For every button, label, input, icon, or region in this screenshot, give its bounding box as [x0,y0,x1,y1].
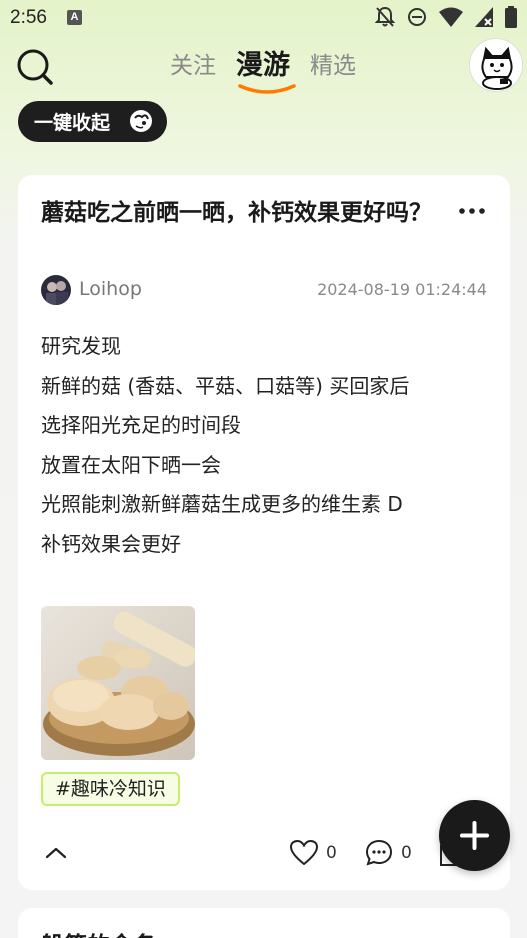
post-actions: 0 0 [18,835,510,871]
next-post-title[interactable]: 躲箭的命名 [41,926,156,938]
active-tab-indicator [238,84,296,94]
post-body-line: 新鲜的菇 (香菇、平菇、口菇等) 买回家后 [41,373,410,398]
post-body-line: 光照能刺激新鲜蘑菇生成更多的维生素 D [41,492,403,516]
post-body-line: 选择阳光充足的时间段 [41,413,241,437]
cell-signal-icon [475,7,493,27]
post-body-line: 研究发现 [41,334,121,358]
notification-a-icon: A [67,10,82,25]
status-time: 2:56 [10,7,47,28]
comment-button[interactable]: 0 [365,837,412,869]
cat-avatar-icon [470,39,522,91]
comment-count: 0 [401,843,412,863]
comment-bubble-icon [365,839,393,866]
tab-roaming-label: 漫游 [236,50,290,81]
author-avatar-image [41,275,71,305]
author-name[interactable]: Loihop [79,278,142,300]
search-button[interactable] [16,48,54,86]
plus-icon [460,821,489,850]
post-body-line: 放置在太阳下晒一会 [41,452,221,477]
wifi-icon [439,7,463,27]
chevron-up-icon [45,847,67,859]
collapse-all-button[interactable]: 一键收起 [18,101,167,142]
dnd-icon [408,8,426,26]
post-card[interactable]: 蘑菇吃之前晒一晒，补钙效果更好吗？ Loihop 2024-08-19 01:2… [18,175,510,890]
collapse-mascot-icon [130,110,152,132]
post-image-mushrooms[interactable] [41,606,195,760]
tab-following-label: 关注 [170,53,216,79]
topic-tag[interactable]: #趣味冷知识 [41,772,180,806]
tab-featured[interactable]: 精选 [300,46,366,86]
post-body: 研究发现 新鲜的菇 (香菇、平菇、口菇等) 买回家后 选择阳光充足的时间段 放置… [41,327,491,564]
tab-following[interactable]: 关注 [160,46,226,86]
more-options-button[interactable] [458,201,486,221]
search-icon [17,49,53,85]
next-post-card[interactable]: 躲箭的命名 [18,908,510,938]
author-avatar[interactable] [41,275,71,305]
status-bar: 2:56 A [0,0,527,36]
create-post-button[interactable] [439,800,510,871]
like-button[interactable]: 0 [290,837,337,869]
post-timestamp: 2024-08-19 01:24:44 [317,280,487,299]
tab-roaming[interactable]: 漫游 [226,46,300,94]
bell-off-icon [375,6,395,27]
feed-tabs: 关注 漫游 精选 [160,46,366,94]
more-dots-icon [459,208,485,214]
like-count: 0 [326,843,337,863]
tab-featured-label: 精选 [310,53,356,79]
user-avatar[interactable] [469,38,523,92]
battery-icon [505,6,517,28]
post-title[interactable]: 蘑菇吃之前晒一晒，补钙效果更好吗？ [41,195,451,232]
post-body-line: 补钙效果会更好 [41,531,181,556]
status-icons [375,6,517,28]
top-navigation: 关注 漫游 精选 [0,38,527,94]
mushroom-photo [41,606,195,760]
author-row: Loihop 2024-08-19 01:24:44 [41,275,487,305]
collapse-all-label: 一键收起 [34,112,111,134]
collapse-post-button[interactable] [44,841,68,865]
heart-icon [290,840,318,866]
